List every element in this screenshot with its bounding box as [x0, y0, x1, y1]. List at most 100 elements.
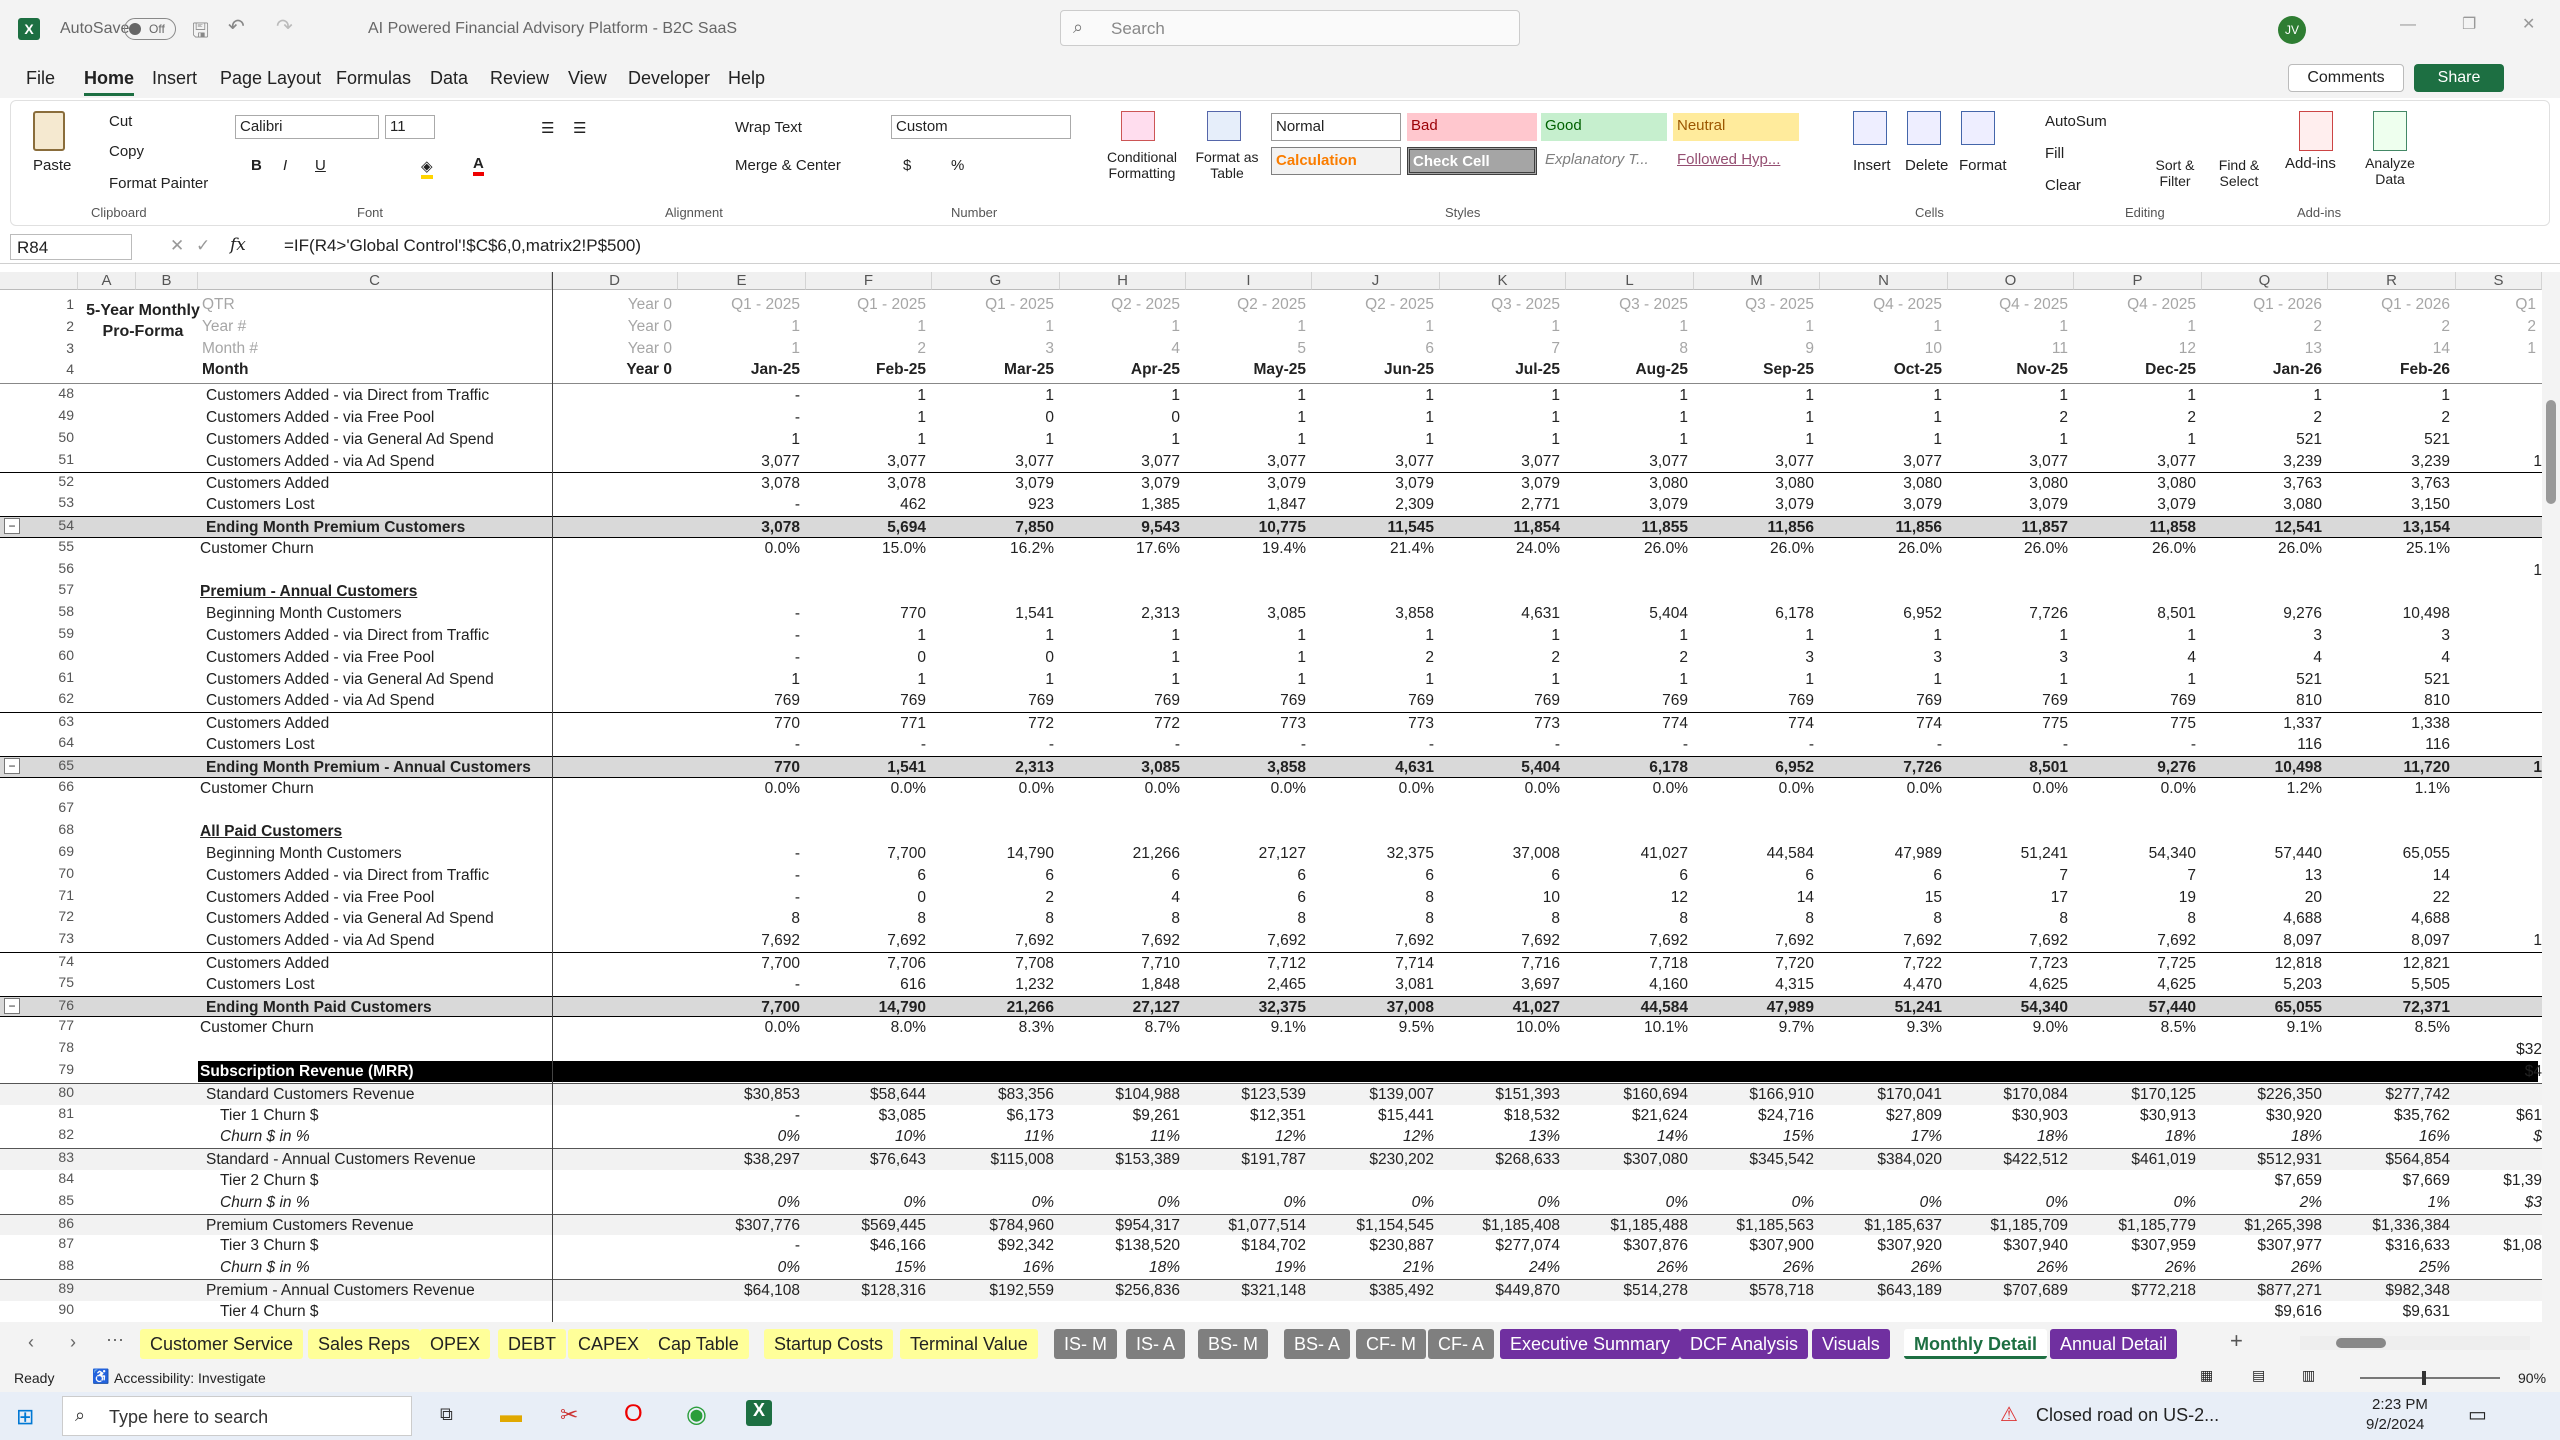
undo-icon[interactable]: ↶ [228, 14, 245, 39]
value-cell[interactable]: 8 [678, 910, 800, 928]
sheet-tab[interactable]: DEBT [498, 1329, 567, 1359]
value-cell[interactable]: 1 [1948, 627, 2068, 645]
value-cell[interactable]: - [932, 736, 1054, 754]
zoom-thumb[interactable] [2422, 1371, 2426, 1385]
percent-icon[interactable]: % [951, 157, 964, 174]
value-cell[interactable]: 11,856 [1820, 519, 1942, 537]
value-cell[interactable]: $151,393 [1440, 1086, 1560, 1104]
value-cell-s[interactable]: $4 [2456, 1063, 2542, 1081]
value-cell[interactable]: $9,631 [2328, 1303, 2450, 1321]
value-cell[interactable]: $160,694 [1566, 1086, 1688, 1104]
value-cell[interactable]: - [1440, 736, 1560, 754]
align-center-icon[interactable]: ☰ [573, 119, 586, 137]
value-cell[interactable]: 4 [1060, 889, 1180, 907]
value-cell[interactable]: 3,079 [1820, 496, 1942, 514]
value-cell[interactable]: - [678, 387, 800, 405]
value-cell[interactable]: 3,077 [1820, 453, 1942, 471]
merge-center-button[interactable]: Merge & Center [735, 157, 841, 174]
value-cell[interactable]: 770 [678, 715, 800, 733]
value-cell[interactable]: - [678, 976, 800, 994]
value-cell[interactable]: $7,659 [2202, 1172, 2322, 1190]
value-cell[interactable]: 775 [1948, 715, 2068, 733]
bold-button[interactable]: B [251, 157, 262, 174]
value-cell[interactable]: 3,077 [678, 453, 800, 471]
value-cell[interactable]: 770 [806, 605, 926, 623]
value-cell[interactable]: $982,348 [2328, 1282, 2450, 1300]
value-cell[interactable]: $1,185,709 [1948, 1217, 2068, 1235]
row-number[interactable]: 57 [36, 581, 78, 597]
value-cell[interactable]: 1 [806, 627, 926, 645]
value-cell[interactable]: 3 [2328, 627, 2450, 645]
value-cell[interactable]: 0% [678, 1194, 800, 1212]
value-cell[interactable]: $7,669 [2328, 1172, 2450, 1190]
value-cell[interactable]: 0.0% [1566, 780, 1688, 798]
value-cell[interactable]: 3 [1694, 649, 1814, 667]
value-cell[interactable]: 20 [2202, 889, 2322, 907]
value-cell[interactable]: 13 [2202, 867, 2322, 885]
add-sheet-icon[interactable]: + [2230, 1328, 2243, 1354]
row-number[interactable]: 63 [36, 713, 78, 729]
value-cell[interactable]: $345,542 [1694, 1151, 1814, 1169]
value-cell[interactable]: $1,077,514 [1186, 1217, 1306, 1235]
column-header-s[interactable]: S [2456, 272, 2542, 290]
value-cell-s[interactable]: 1 [2456, 759, 2542, 777]
column-header-k[interactable]: K [1440, 272, 1566, 290]
value-cell[interactable]: 65,055 [2328, 845, 2450, 863]
value-cell[interactable]: 7,700 [806, 845, 926, 863]
value-cell[interactable]: 1 [1694, 627, 1814, 645]
insert-cells-button[interactable]: Insert [1853, 157, 1891, 174]
row-number[interactable]: 1 [36, 296, 78, 312]
value-cell-s[interactable]: 1 [2456, 932, 2542, 950]
value-cell[interactable]: 810 [2202, 692, 2322, 710]
row-number[interactable]: 88 [36, 1257, 78, 1273]
value-cell[interactable]: 1 [1566, 387, 1688, 405]
value-cell[interactable]: $170,125 [2074, 1086, 2196, 1104]
value-cell[interactable]: $1,185,779 [2074, 1217, 2196, 1235]
value-cell[interactable]: 3,078 [678, 475, 800, 493]
value-cell[interactable]: 3,079 [1948, 496, 2068, 514]
value-cell[interactable]: 15% [806, 1259, 926, 1277]
column-header-e[interactable]: E [678, 272, 806, 290]
notification-icon[interactable]: ▭ [2468, 1402, 2487, 1427]
value-cell[interactable]: 3,079 [1694, 496, 1814, 514]
value-cell[interactable]: 2 [2202, 409, 2322, 427]
value-cell[interactable]: 769 [1060, 692, 1180, 710]
value-cell[interactable]: 1 [806, 431, 926, 449]
value-cell[interactable]: 1 [1820, 431, 1942, 449]
menu-help[interactable]: Help [728, 68, 765, 89]
row-number[interactable]: 4 [36, 361, 78, 377]
value-cell[interactable]: 11% [932, 1128, 1054, 1146]
value-cell[interactable]: 775 [2074, 715, 2196, 733]
value-cell[interactable]: 1 [1060, 671, 1180, 689]
value-cell[interactable]: $307,959 [2074, 1237, 2196, 1255]
value-cell[interactable]: 4,160 [1566, 976, 1688, 994]
value-cell[interactable]: 1 [1186, 387, 1306, 405]
value-cell[interactable]: 26% [1948, 1259, 2068, 1277]
value-cell[interactable]: $384,020 [1820, 1151, 1942, 1169]
formula-input[interactable]: =IF(R4>'Global Control'!$C$6,0,matrix2!P… [284, 236, 641, 256]
value-cell[interactable]: 12 [1566, 889, 1688, 907]
value-cell[interactable]: 65,055 [2202, 999, 2322, 1017]
value-cell[interactable]: 769 [806, 692, 926, 710]
row-number[interactable]: 70 [36, 865, 78, 881]
value-cell[interactable]: 4 [2074, 649, 2196, 667]
value-cell[interactable]: 0% [806, 1194, 926, 1212]
value-cell[interactable]: 0.0% [678, 1019, 800, 1037]
value-cell[interactable]: 0% [1060, 1194, 1180, 1212]
value-cell[interactable]: 25% [2328, 1259, 2450, 1277]
row-number[interactable]: 59 [36, 625, 78, 641]
value-cell[interactable]: 4,315 [1694, 976, 1814, 994]
file-explorer-icon[interactable]: ▬ [500, 1402, 522, 1428]
value-cell[interactable]: 0.0% [2074, 780, 2196, 798]
row-number[interactable]: 87 [36, 1235, 78, 1251]
value-cell[interactable]: 8 [1060, 910, 1180, 928]
value-cell[interactable]: 3,078 [806, 475, 926, 493]
value-cell[interactable]: 1 [1948, 431, 2068, 449]
value-cell[interactable]: 773 [1312, 715, 1434, 733]
value-cell[interactable]: 0.0% [1820, 780, 1942, 798]
value-cell[interactable]: 3,080 [2202, 496, 2322, 514]
name-box[interactable]: R84 [10, 234, 132, 260]
value-cell[interactable]: 0% [932, 1194, 1054, 1212]
value-cell[interactable]: 3 [1948, 649, 2068, 667]
value-cell[interactable]: 10,498 [2328, 605, 2450, 623]
